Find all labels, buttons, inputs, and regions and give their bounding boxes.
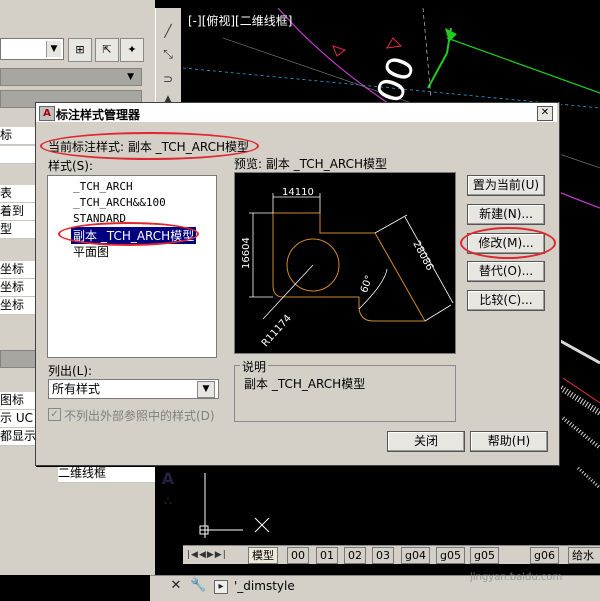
command-prompt-icon[interactable]: ▸ <box>214 580 228 594</box>
tab-layout[interactable]: g05 <box>470 547 499 564</box>
tab-layout[interactable]: 03 <box>372 547 394 564</box>
close-dialog-button[interactable]: 关闭 <box>387 431 465 452</box>
watermark: jingyan.baidu.com <box>470 572 563 583</box>
dialog-title: 标注样式管理器 <box>56 108 141 122</box>
tab-layout[interactable]: 00 <box>287 547 309 564</box>
close-icon[interactable]: ✕ <box>537 106 553 121</box>
select-objects-icon[interactable]: ⇱ <box>95 38 119 62</box>
tab-layout[interactable]: 01 <box>316 547 338 564</box>
annotation-ring-modify <box>460 227 556 259</box>
tab-layout[interactable]: g04 <box>401 547 430 564</box>
wrench-icon[interactable]: 🔧 <box>190 578 206 594</box>
property-row[interactable]: 都显示 <box>0 428 35 446</box>
override-style-button[interactable]: 替代(O)... <box>467 261 545 282</box>
styles-label: 样式(S): <box>48 159 94 173</box>
arc-tool-icon[interactable]: ⊃ <box>159 70 177 88</box>
preview-label: 预览: 副本 _TCH_ARCH模型 <box>234 157 388 171</box>
quick-select-icon[interactable]: ⊞ <box>68 38 92 62</box>
description-text: 副本 _TCH_ARCH模型 <box>244 377 366 391</box>
style-list-item[interactable]: _TCH_ARCH&&100 <box>73 196 166 209</box>
set-current-button[interactable]: 置为当前(U) <box>467 175 545 196</box>
chevron-down-icon[interactable]: ▼ <box>118 70 134 84</box>
tab-model[interactable]: 模型 <box>248 547 278 564</box>
chevron-down-icon[interactable]: ▼ <box>197 381 215 398</box>
list-filter-select[interactable]: 所有样式 <box>48 379 219 399</box>
list-label: 列出(L): <box>48 364 93 378</box>
viewport-label[interactable]: [-][俯视][二维线框] <box>188 12 292 29</box>
close-icon[interactable]: ✕ <box>168 578 184 594</box>
compare-styles-button[interactable]: 比较(C)... <box>467 290 545 311</box>
point-tool-icon[interactable]: ∴ <box>159 492 177 510</box>
autocad-app-icon: A <box>39 106 55 121</box>
text-tool-icon[interactable]: A <box>159 470 177 488</box>
style-list-item[interactable]: _TCH_ARCH <box>73 180 133 193</box>
annotation-ring-selected-style <box>58 222 199 246</box>
tab-layout[interactable]: 给水 <box>568 547 600 564</box>
dim-text-left: 16604 <box>241 237 252 269</box>
xref-checkbox-label: 不列出外部参照中的样式(D) <box>64 409 215 423</box>
property-row[interactable]: 示 UC <box>0 410 35 428</box>
tab-layout[interactable]: g05 <box>436 547 465 564</box>
tab-nav-arrows-icon[interactable]: |◀◀▶▶| <box>187 548 245 562</box>
line-tool-icon[interactable]: ╱ <box>159 22 177 40</box>
chevron-down-icon[interactable]: ▼ <box>46 41 61 57</box>
pickadd-icon[interactable]: ✦ <box>120 38 144 62</box>
polyline-tool-icon[interactable]: ⤡ <box>159 45 177 63</box>
style-list-item[interactable]: 平面图 <box>73 243 109 260</box>
property-row[interactable]: 二维线框 <box>58 465 155 483</box>
tab-layout[interactable]: 02 <box>344 547 366 564</box>
preview-drawing: 14110 16604 28086 60° R11174 <box>241 187 454 349</box>
description-label: 说明 <box>240 358 269 375</box>
property-row[interactable]: 图标 <box>0 392 35 410</box>
command-input[interactable]: '_dimstyle <box>234 579 295 593</box>
annotation-ring-current-style <box>40 132 259 160</box>
help-button[interactable]: 帮助(H) <box>470 431 548 452</box>
canvas-text: 00 <box>369 51 423 108</box>
dim-text-top: 14110 <box>282 187 314 198</box>
tab-layout[interactable]: g06 <box>530 547 559 564</box>
style-preview: 14110 16604 28086 60° R11174 <box>234 172 456 354</box>
dim-text-angle: 60° <box>359 274 375 294</box>
xref-checkbox[interactable]: ✓ <box>48 408 61 421</box>
dim-text-diagonal: 28086 <box>410 239 435 272</box>
dim-text-radius: R11174 <box>260 313 294 349</box>
new-style-button[interactable]: 新建(N)... <box>467 204 545 225</box>
